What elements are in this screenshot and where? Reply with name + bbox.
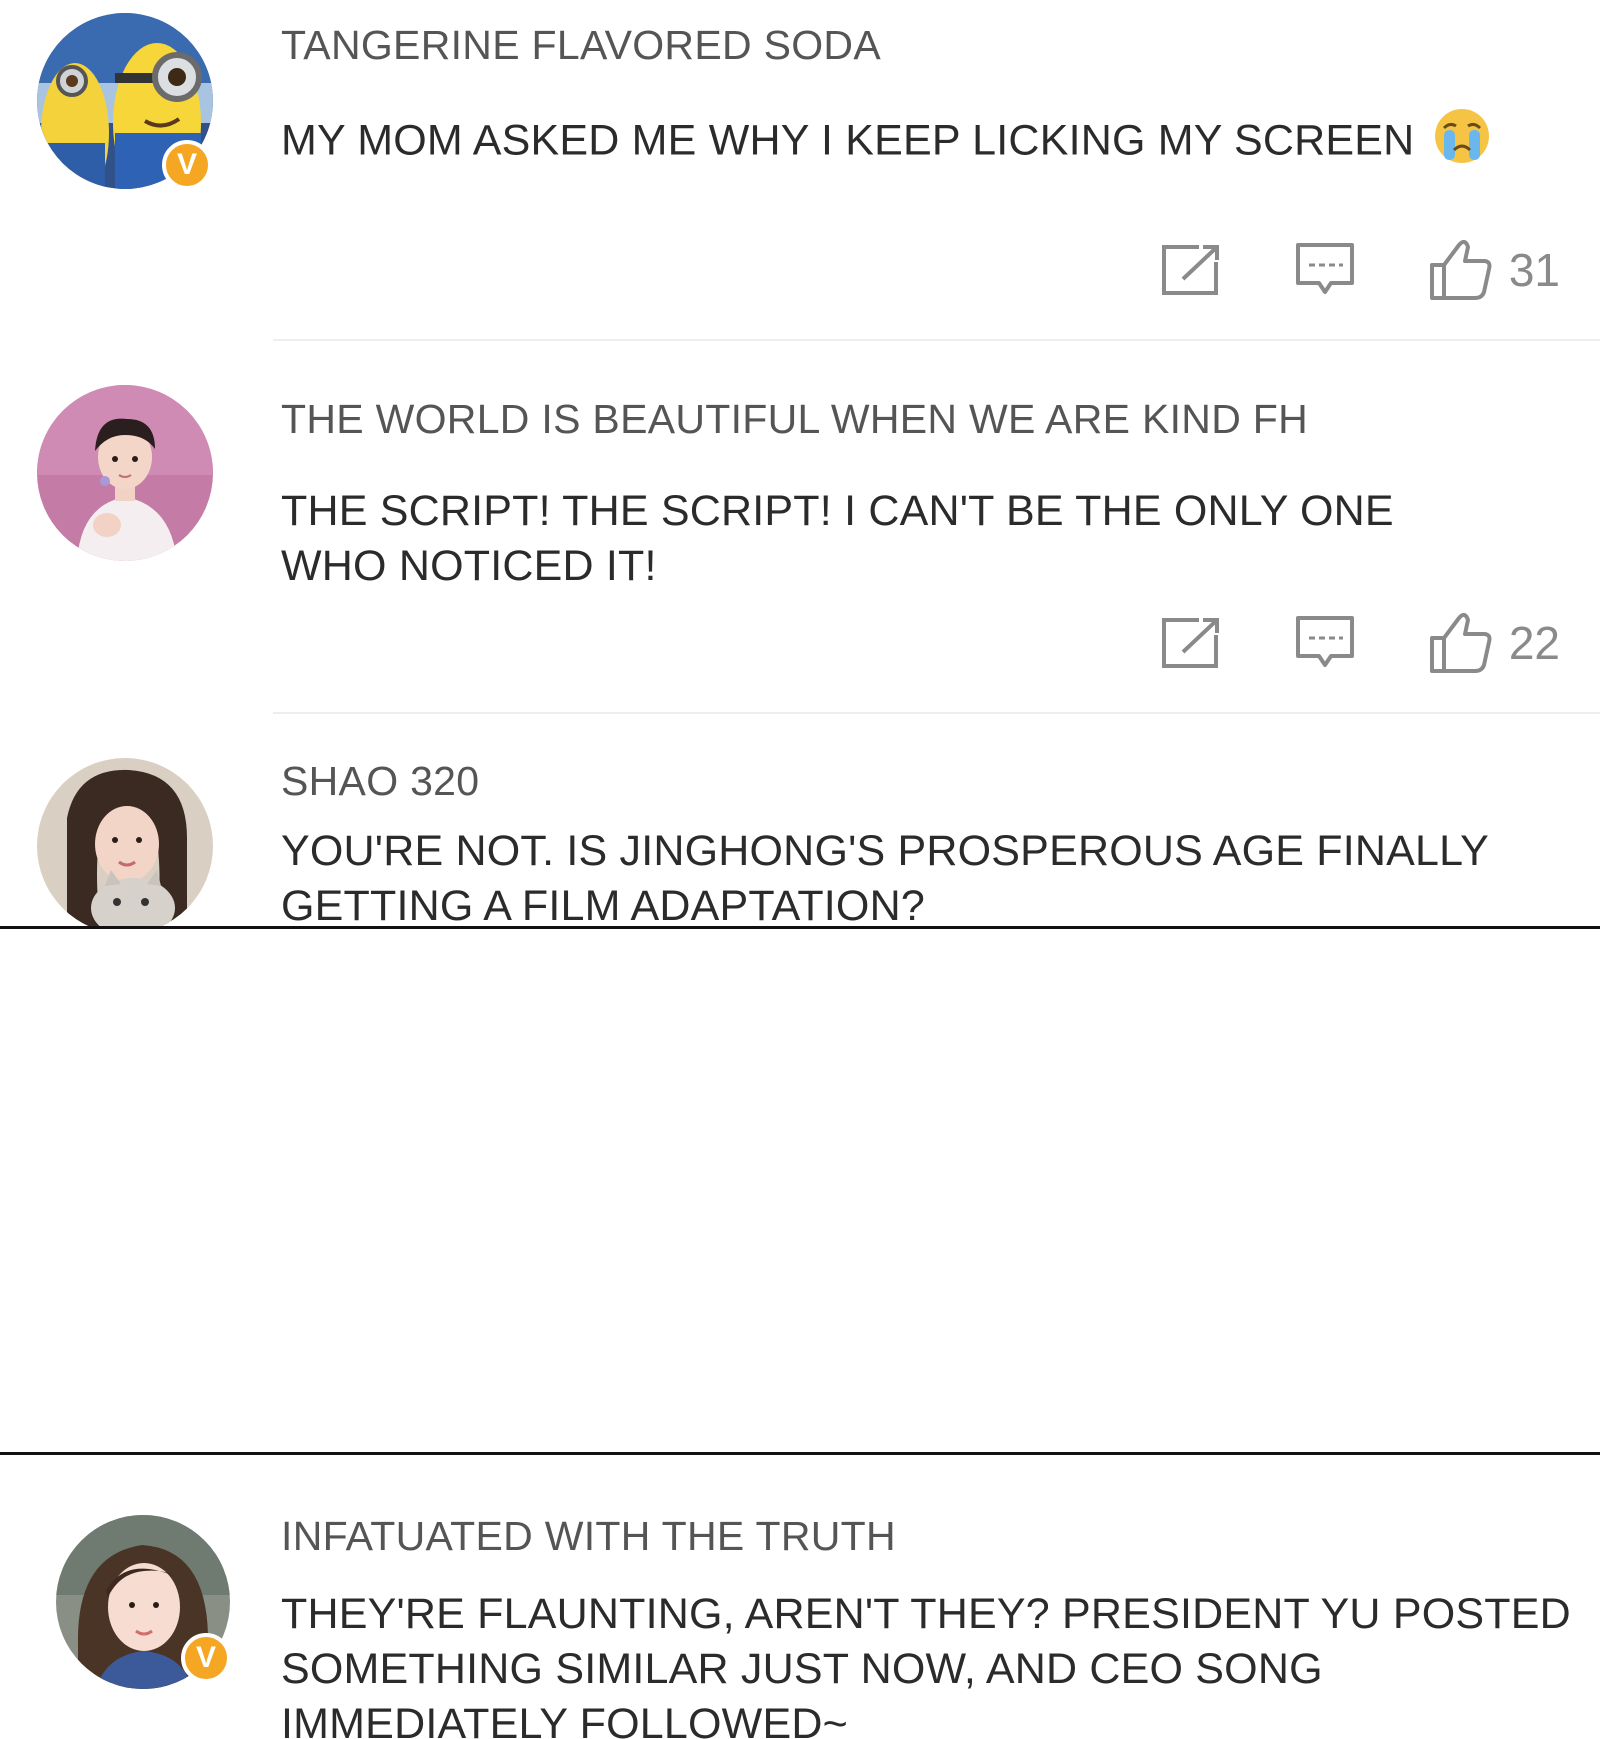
comments-panel-bottom: V INFATUATED WITH THE TRUTH THEY'RE FLAU… xyxy=(0,1455,1600,1739)
comment-actions: 22 xyxy=(1161,611,1560,675)
comment-button[interactable] xyxy=(1295,242,1355,298)
comment-actions: 31 xyxy=(1161,238,1560,302)
like-button[interactable]: 22 xyxy=(1429,612,1560,674)
comment-divider xyxy=(273,339,1600,341)
comment-text: THE SCRIPT! THE SCRIPT! I CAN'T BE THE O… xyxy=(281,487,1394,590)
comment-username[interactable]: THE WORLD IS BEAUTIFUL WHEN WE ARE KIND … xyxy=(281,396,1308,443)
avatar[interactable] xyxy=(37,385,213,561)
comment-icon xyxy=(1295,243,1354,294)
comments-panel-top: V TANGERINE FLAVORED SODA MY MOM ASKED M… xyxy=(0,0,1600,926)
comment-icon xyxy=(1295,616,1354,667)
thumbs-up-icon xyxy=(1429,240,1492,300)
like-button[interactable]: 31 xyxy=(1429,239,1560,301)
comment-divider xyxy=(273,712,1600,714)
repost-button[interactable] xyxy=(1161,244,1221,296)
comment-text: YOU'RE NOT. IS JINGHONG'S PROSPEROUS AGE… xyxy=(281,827,1489,926)
like-count: 31 xyxy=(1508,244,1560,296)
repost-button[interactable] xyxy=(1161,617,1221,669)
comment-username[interactable]: INFATUATED WITH THE TRUTH xyxy=(281,1513,896,1560)
comment-button[interactable] xyxy=(1295,615,1355,671)
comment-text: THEY'RE FLAUNTING, AREN'T THEY? PRESIDEN… xyxy=(281,1590,1571,1739)
repost-icon xyxy=(1161,245,1219,295)
verified-badge-icon: V xyxy=(181,1633,231,1683)
repost-icon xyxy=(1161,618,1219,668)
comment-text-content: MY MOM ASKED ME WHY I KEEP LICKING MY SC… xyxy=(281,116,1415,165)
avatar[interactable] xyxy=(37,758,213,926)
blank-area xyxy=(0,929,1600,1452)
crying-face-emoji-icon xyxy=(1432,106,1492,180)
thumbs-up-icon xyxy=(1429,613,1492,673)
like-count: 22 xyxy=(1508,617,1560,669)
comment-username[interactable]: SHAO 320 xyxy=(281,758,479,805)
comment-username[interactable]: TANGERINE FLAVORED SODA xyxy=(281,22,881,69)
comment-thread-page: V TANGERINE FLAVORED SODA MY MOM ASKED M… xyxy=(0,0,1600,1739)
comment-text: MY MOM ASKED ME WHY I KEEP LICKING MY SC… xyxy=(281,106,1581,180)
verified-badge-icon: V xyxy=(162,140,212,190)
